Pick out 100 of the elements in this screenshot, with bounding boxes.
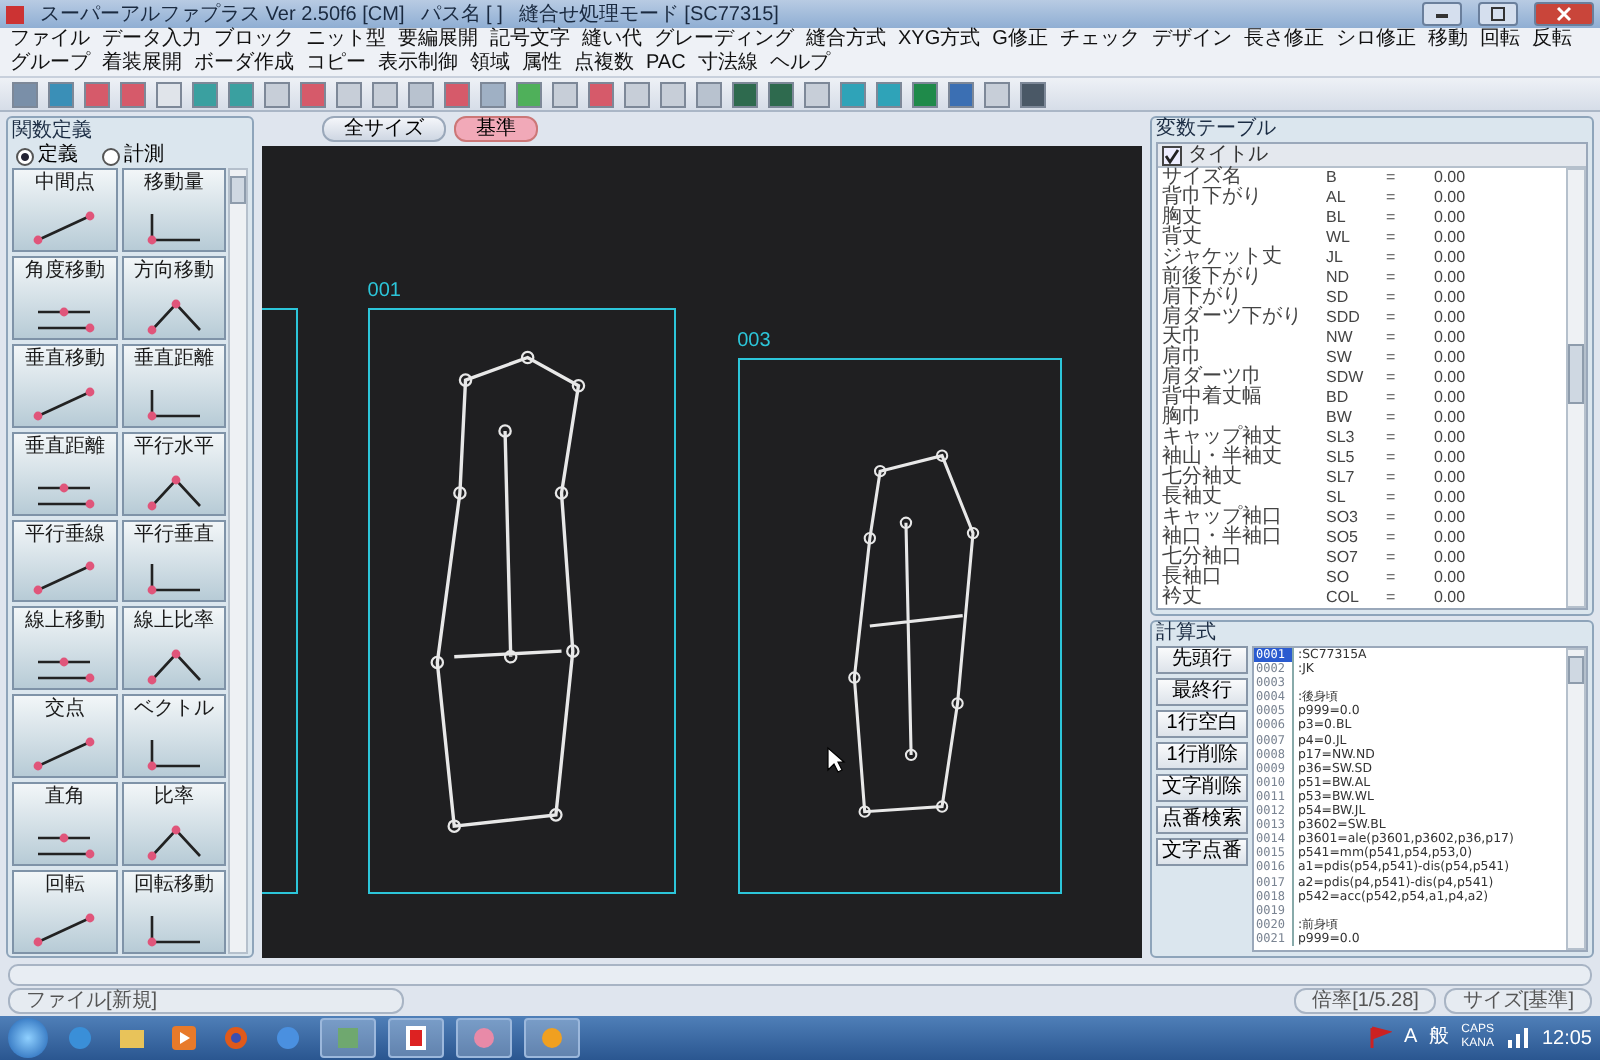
- minimize-button[interactable]: [1422, 2, 1462, 26]
- menu-item[interactable]: XYG方式: [892, 28, 987, 52]
- menu-item[interactable]: デザイン: [1145, 28, 1238, 52]
- scrollbar[interactable]: [228, 168, 248, 954]
- tool-icon[interactable]: [840, 81, 866, 107]
- tool-icon[interactable]: [48, 81, 74, 107]
- function-button[interactable]: 直角: [12, 782, 117, 867]
- clock[interactable]: 12:05: [1541, 1027, 1592, 1049]
- tool-icon[interactable]: [264, 81, 290, 107]
- tool-icon[interactable]: [408, 81, 434, 107]
- menu-item[interactable]: 表示制御: [372, 52, 464, 76]
- menu-item[interactable]: ニット型: [300, 28, 392, 52]
- tool-icon[interactable]: [912, 81, 938, 107]
- menu-item[interactable]: 長さ修正: [1237, 28, 1330, 52]
- menu-item[interactable]: 領域: [464, 52, 516, 76]
- tool-icon[interactable]: [228, 81, 254, 107]
- menu-item[interactable]: G修正: [986, 28, 1054, 52]
- close-button[interactable]: [1534, 2, 1594, 26]
- function-button[interactable]: 方向移動: [121, 255, 226, 340]
- drawing-canvas[interactable]: 001 003: [262, 146, 1142, 958]
- tool-icon[interactable]: [624, 81, 650, 107]
- function-button[interactable]: 回転移動: [121, 870, 226, 954]
- formula-button[interactable]: 点番検索: [1156, 806, 1248, 834]
- start-button[interactable]: [8, 1018, 48, 1058]
- tool-icon[interactable]: [300, 81, 326, 107]
- scrollbar[interactable]: [1566, 648, 1586, 950]
- tool-icon[interactable]: [804, 81, 830, 107]
- tool-icon[interactable]: [336, 81, 362, 107]
- menu-item[interactable]: ヘルプ: [763, 52, 836, 76]
- tool-icon[interactable]: [120, 81, 146, 107]
- function-button[interactable]: 中間点: [12, 168, 117, 252]
- view-tab[interactable]: 全サイズ: [322, 116, 446, 142]
- radio-button[interactable]: [16, 147, 34, 165]
- menu-item[interactable]: チェック: [1053, 28, 1146, 52]
- menu-item[interactable]: 点複数: [568, 52, 640, 76]
- menu-item[interactable]: 回転: [1473, 28, 1526, 52]
- menu-item[interactable]: ブロック: [208, 28, 300, 52]
- menu-item[interactable]: 反転: [1525, 28, 1578, 52]
- network-icon[interactable]: [1505, 1026, 1530, 1050]
- checkbox[interactable]: [1162, 145, 1182, 165]
- formula-button[interactable]: 最終行: [1156, 678, 1248, 706]
- function-button[interactable]: 線上移動: [12, 606, 117, 691]
- scroll-thumb[interactable]: [1568, 344, 1584, 405]
- tool-icon[interactable]: [192, 81, 218, 107]
- tool-icon[interactable]: [84, 81, 110, 107]
- tool-icon[interactable]: [732, 81, 758, 107]
- ime-indicator[interactable]: 般: [1429, 1026, 1450, 1050]
- menu-item[interactable]: 属性: [516, 52, 568, 76]
- radio-button[interactable]: [102, 147, 120, 165]
- menu-item[interactable]: PAC: [640, 52, 692, 76]
- function-button[interactable]: 垂直移動: [12, 343, 117, 428]
- function-button[interactable]: 垂直距離: [12, 431, 117, 516]
- tool-icon[interactable]: [1020, 81, 1046, 107]
- function-button[interactable]: 垂直距離: [121, 343, 226, 428]
- menu-item[interactable]: コピー: [300, 52, 372, 76]
- scrollbar[interactable]: [1566, 168, 1586, 608]
- scroll-thumb[interactable]: [1568, 656, 1584, 684]
- menu-item[interactable]: ボーダ作成: [188, 52, 300, 76]
- formula-button[interactable]: 文字点番: [1156, 838, 1248, 866]
- menu-item[interactable]: 着装展開: [96, 52, 188, 76]
- formula-button[interactable]: 1行空白: [1156, 710, 1248, 738]
- menu-item[interactable]: グループ: [4, 52, 96, 76]
- menu-item[interactable]: 記号文字: [484, 28, 576, 52]
- tool-icon[interactable]: [12, 81, 38, 107]
- formula-editor[interactable]: [1252, 646, 1588, 952]
- tool-icon[interactable]: [552, 81, 578, 107]
- scroll-thumb[interactable]: [230, 176, 246, 204]
- tool-icon[interactable]: [480, 81, 506, 107]
- formula-button[interactable]: 文字削除: [1156, 774, 1248, 802]
- menu-item[interactable]: 縫い代: [576, 28, 648, 52]
- app-icon[interactable]: [388, 1018, 444, 1058]
- tool-icon[interactable]: [696, 81, 722, 107]
- menu-item[interactable]: 縫合方式: [800, 28, 892, 52]
- tool-icon[interactable]: [984, 81, 1010, 107]
- tool-icon[interactable]: [588, 81, 614, 107]
- tool-icon[interactable]: [876, 81, 902, 107]
- menu-item[interactable]: データ入力: [96, 28, 208, 52]
- function-button[interactable]: 回転: [12, 870, 117, 954]
- menu-item[interactable]: シロ修正: [1329, 28, 1422, 52]
- function-button[interactable]: 比率: [121, 782, 226, 867]
- maximize-button[interactable]: [1478, 2, 1518, 26]
- menu-item[interactable]: グレーディング: [648, 28, 800, 52]
- function-button[interactable]: 線上比率: [121, 606, 226, 691]
- tool-icon[interactable]: [768, 81, 794, 107]
- formula-button[interactable]: 1行削除: [1156, 742, 1248, 770]
- menu-item[interactable]: ファイル: [4, 28, 96, 52]
- function-button[interactable]: 平行垂線: [12, 519, 117, 603]
- menu-item[interactable]: 移動: [1421, 28, 1474, 52]
- function-button[interactable]: 交点: [12, 694, 117, 779]
- menu-item[interactable]: 要編展開: [392, 28, 484, 52]
- command-input-field[interactable]: [8, 964, 1592, 986]
- tool-icon[interactable]: [516, 81, 542, 107]
- tool-icon[interactable]: [660, 81, 686, 107]
- function-button[interactable]: 平行垂直: [121, 519, 226, 603]
- tool-icon[interactable]: [948, 81, 974, 107]
- function-button[interactable]: 平行水平: [121, 431, 226, 516]
- tool-icon[interactable]: [444, 81, 470, 107]
- tool-icon[interactable]: [156, 81, 182, 107]
- function-button[interactable]: 移動量: [121, 168, 226, 252]
- menu-item[interactable]: 寸法線: [691, 52, 764, 76]
